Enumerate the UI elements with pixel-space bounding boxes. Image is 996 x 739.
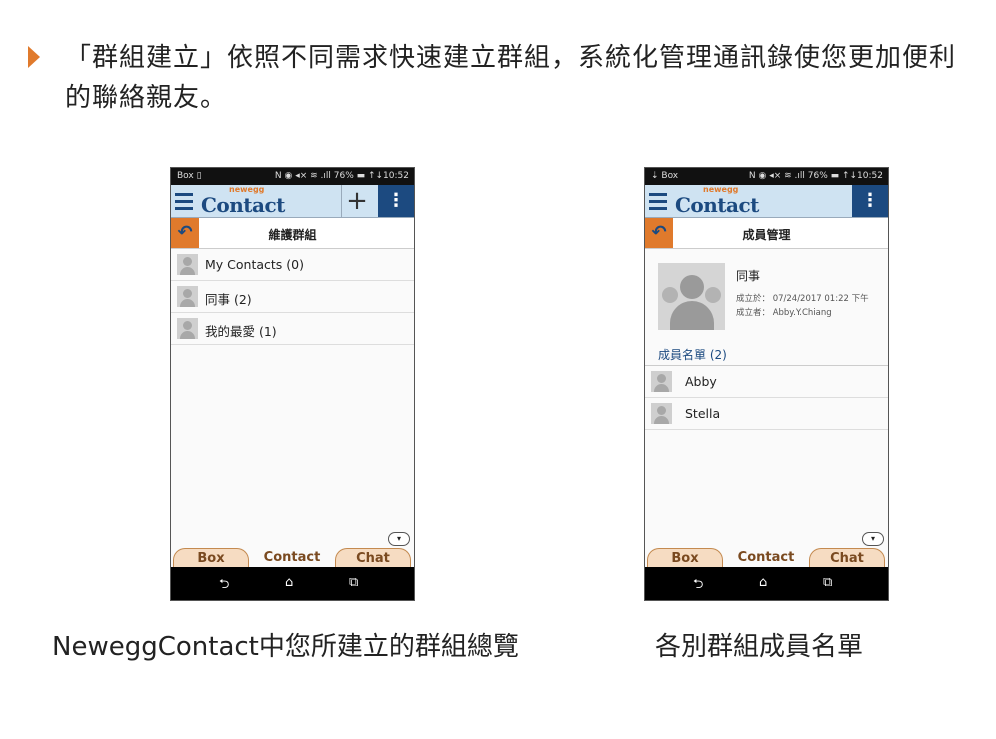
group-name: 同事 [736, 269, 761, 283]
member-row[interactable]: Abby [645, 366, 888, 398]
status-right: N ◉ ◂× ≋ .ıll 76% ▬ ↑↓10:52 [274, 171, 409, 181]
group-label: 我的最愛 (1) [205, 324, 277, 339]
nav-home-icon[interactable]: ⌂ [759, 575, 767, 590]
nav-home-icon[interactable]: ⌂ [285, 575, 293, 590]
screen-title: 成員管理 [742, 228, 791, 242]
phone-screenshot-groups: Box ▯ N ◉ ◂× ≋ .ıll 76% ▬ ↑↓10:52 newegg… [170, 167, 415, 601]
tab-chat[interactable]: Chat [809, 548, 885, 568]
bottom-tabs: Box Contact Chat [171, 548, 414, 568]
android-nav-bar: ⮌ ⌂ ⧉ [171, 567, 414, 600]
headline-text: 「群組建立」依照不同需求快速建立群組，系統化管理通訊錄使您更加便利的聯絡親友。 [65, 43, 957, 113]
caption-members: 各別群組成員名單 [655, 632, 864, 662]
group-row[interactable]: 同事 (2) [171, 281, 414, 313]
group-row[interactable]: My Contacts (0) [171, 249, 414, 281]
tab-contact[interactable]: Contact [729, 548, 803, 567]
nav-back-icon[interactable]: ⮌ [693, 575, 703, 597]
hamburger-menu-icon[interactable] [173, 189, 195, 213]
phone-screenshot-members: ⇣ Box N ◉ ◂× ≋ .ıll 76% ▬ ↑↓10:52 newegg… [644, 167, 889, 601]
screen-title: 維護群組 [268, 228, 317, 242]
tab-box[interactable]: Box [173, 548, 249, 568]
nav-back-icon[interactable]: ⮌ [219, 575, 229, 597]
hamburger-menu-icon[interactable] [647, 189, 669, 213]
group-detail: 同事 成立於： 07/24/2017 01:22 下午 成立者： Abby.Y.… [645, 249, 888, 509]
group-label: 同事 (2) [205, 292, 252, 307]
created-by: 成立者： Abby.Y.Chiang [736, 308, 832, 318]
status-left: Box ▯ [177, 171, 202, 181]
tab-box[interactable]: Box [647, 548, 723, 568]
group-list: My Contacts (0) 同事 (2) 我的最愛 (1) [171, 249, 414, 345]
add-group-button[interactable]: + [341, 185, 372, 217]
tab-chat[interactable]: Chat [335, 548, 411, 568]
app-bar: newegg Contact + ⋮ [171, 185, 414, 218]
bottom-tabs: Box Contact Chat [645, 548, 888, 568]
android-nav-bar: ⮌ ⌂ ⧉ [645, 567, 888, 600]
app-logo: Contact [675, 193, 759, 217]
member-row[interactable]: Stella [645, 398, 888, 430]
group-row[interactable]: 我的最愛 (1) [171, 313, 414, 345]
nav-recent-icon[interactable]: ⧉ [823, 575, 832, 590]
member-avatar-icon [651, 403, 672, 424]
status-right: N ◉ ◂× ≋ .ıll 76% ▬ ↑↓10:52 [748, 171, 883, 181]
nav-recent-icon[interactable]: ⧉ [349, 575, 358, 590]
more-options-icon[interactable]: ⋮ [378, 185, 414, 217]
status-left: ⇣ Box [651, 171, 679, 181]
sub-header: ↶ 維護群組 [171, 218, 414, 249]
app-logo: Contact [201, 193, 285, 217]
created-on: 成立於： 07/24/2017 01:22 下午 [736, 294, 869, 304]
status-bar: ⇣ Box N ◉ ◂× ≋ .ıll 76% ▬ ↑↓10:52 [645, 168, 888, 185]
app-bar: newegg Contact ⋮ [645, 185, 888, 218]
tab-contact[interactable]: Contact [255, 548, 329, 567]
member-name: Abby [685, 374, 717, 389]
group-avatar-icon [177, 318, 198, 339]
group-avatar-icon [177, 254, 198, 275]
group-photo-icon[interactable] [658, 263, 725, 330]
member-list: Abby Stella [645, 365, 888, 430]
group-label: My Contacts (0) [205, 257, 304, 272]
collapse-tabs-icon[interactable]: ▾ [388, 532, 410, 546]
caption-groups: NeweggContact中您所建立的群組總覽 [52, 632, 519, 662]
collapse-tabs-icon[interactable]: ▾ [862, 532, 884, 546]
sub-header: ↶ 成員管理 [645, 218, 888, 249]
status-bar: Box ▯ N ◉ ◂× ≋ .ıll 76% ▬ ↑↓10:52 [171, 168, 414, 185]
bullet-arrow-icon [28, 46, 40, 68]
group-avatar-icon [177, 286, 198, 307]
member-section-label: 成員名單 (2) [658, 348, 727, 362]
more-options-icon[interactable]: ⋮ [852, 185, 888, 217]
member-name: Stella [685, 406, 721, 421]
member-avatar-icon [651, 371, 672, 392]
